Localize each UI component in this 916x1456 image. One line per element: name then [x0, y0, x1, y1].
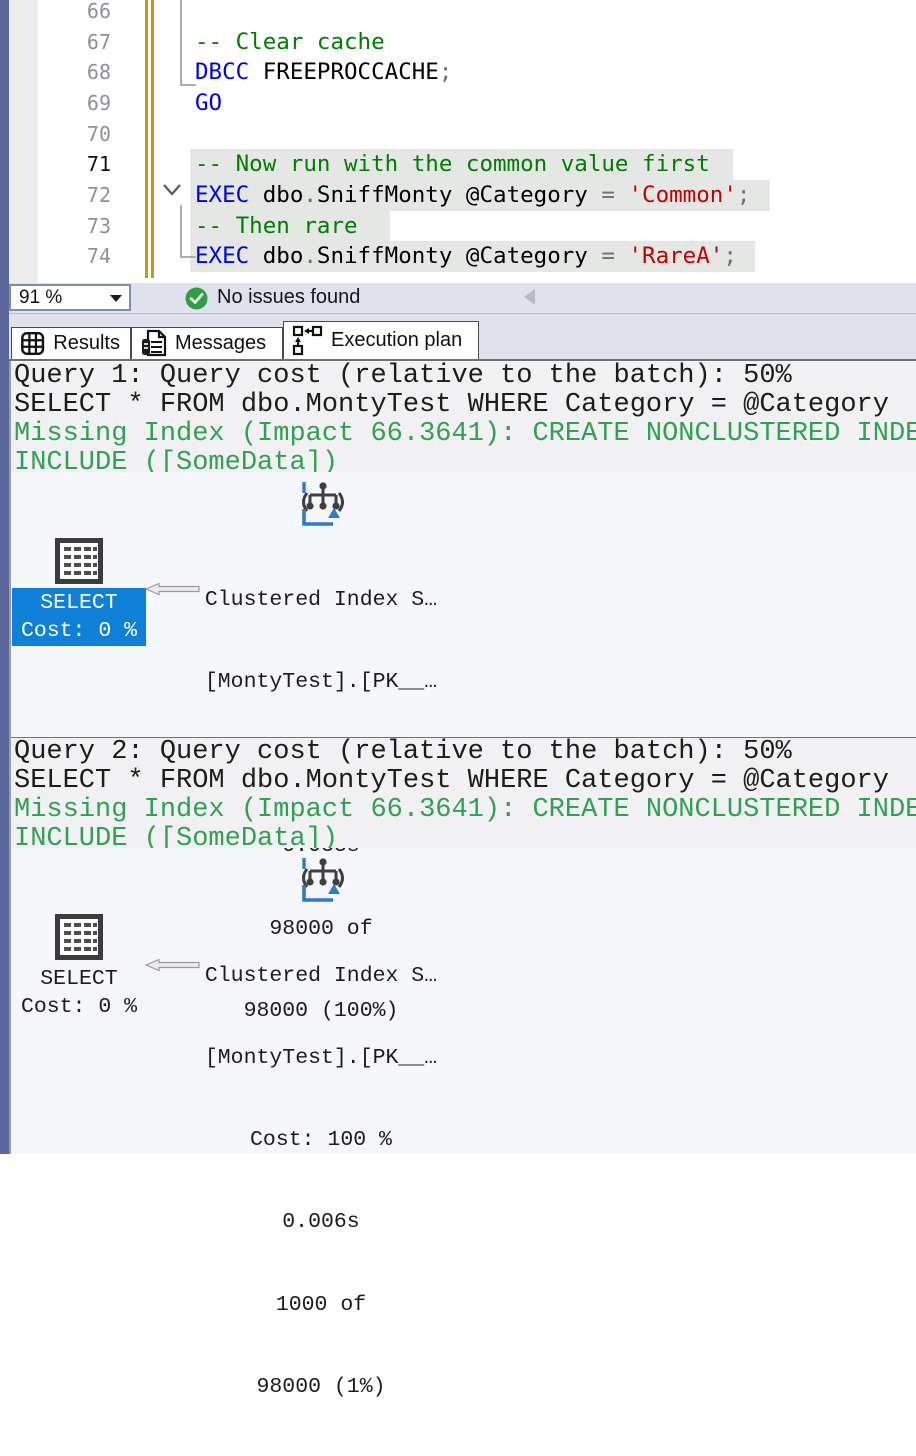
tab-results[interactable]: Results — [11, 327, 131, 359]
query1-cost-line: Query 1: Query cost (relative to the bat… — [11, 362, 916, 391]
tab-messages-label: Messages — [175, 332, 266, 355]
tab-results-label: Results — [53, 332, 120, 355]
code-text[interactable]: EXEC dbo.SniffMonty @Category = 'Common'… — [190, 180, 770, 211]
token-op: ; — [737, 182, 751, 208]
query2-missing-index-include[interactable]: INCLUDE ([SomeData]) — [11, 825, 916, 848]
select-node[interactable]: SELECT Cost: 0 % — [12, 588, 146, 646]
check-circle-icon — [185, 287, 208, 310]
select-node[interactable]: SELECT Cost: 0 % — [12, 964, 146, 1022]
token-op: ; — [723, 243, 737, 269]
token-plain: SniffMonty @Category — [317, 182, 601, 208]
result-grid-icon[interactable] — [55, 914, 103, 960]
token-kw: DBCC — [195, 59, 249, 85]
token-comment: -- Clear cache — [195, 29, 385, 55]
chevron-down-icon[interactable] — [110, 295, 122, 302]
token-kw: EXEC — [195, 182, 249, 208]
token-str: 'Common' — [629, 182, 737, 208]
status-message: No issues found — [217, 286, 360, 309]
line-number: 74 — [39, 241, 111, 272]
line-number: 73 — [39, 211, 111, 242]
token-kw: EXEC — [195, 243, 249, 269]
code-text[interactable]: EXEC dbo.SniffMonty @Category = 'RareA'; — [190, 241, 755, 272]
token-op: = — [601, 243, 628, 269]
line-number: 67 — [39, 27, 111, 58]
scan-node-name: Clustered Index S… — [156, 587, 486, 614]
window-edge-strip — [0, 0, 9, 1154]
query1-statement-header: Query 1: Query cost (relative to the bat… — [11, 362, 916, 472]
query2-statement-line: SELECT * FROM dbo.MontyTest WHERE Catego… — [11, 767, 916, 796]
select-node-cost: Cost: 0 % — [12, 994, 146, 1022]
result-grid-icon[interactable] — [55, 538, 103, 584]
query1-statement-line: SELECT * FROM dbo.MontyTest WHERE Catego… — [11, 391, 916, 420]
line-number: 66 — [39, 0, 111, 27]
code-text[interactable]: -- Now run with the common value first — [190, 149, 733, 180]
tab-messages[interactable]: Messages — [131, 327, 283, 359]
zoom-level-dropdown[interactable]: 91 % — [9, 284, 131, 311]
scan-node-object: [MontyTest].[PK__… — [156, 669, 486, 696]
plan-toolbar: 91 % No issues found — [9, 283, 916, 314]
query2-plan-canvas[interactable]: SELECT Cost: 0 % Clustered Index S… [Mon… — [11, 848, 916, 1154]
scan-node-time: 0.006s — [156, 1209, 486, 1236]
clustered-index-scan-icon[interactable] — [297, 480, 349, 530]
query1-missing-index-include[interactable]: INCLUDE ([SomeData]) — [11, 449, 916, 472]
line-number: 68 — [39, 57, 111, 88]
execution-plan-icon — [292, 325, 323, 356]
line-number: 69 — [39, 88, 111, 119]
scope-guide-foot — [180, 256, 196, 258]
token-op: = — [601, 182, 628, 208]
execution-plan-pane: Query 1: Query cost (relative to the bat… — [9, 361, 916, 1154]
line-number: 70 — [39, 119, 111, 150]
code-text[interactable]: DBCC FREEPROCCACHE; — [190, 57, 452, 88]
code-text[interactable] — [190, 0, 195, 27]
token-op: . — [303, 182, 317, 208]
query2-statement-header: Query 2: Query cost (relative to the bat… — [11, 737, 916, 848]
code-text[interactable]: -- Clear cache — [190, 27, 385, 58]
scroll-left-arrow-icon[interactable] — [524, 289, 535, 305]
token-plain: FREEPROCCACHE — [249, 59, 439, 85]
code-text[interactable]: -- Then rare — [190, 211, 390, 242]
scan-node-rows: 1000 of — [156, 1292, 486, 1319]
scan-node-cost: Cost: 100 % — [156, 1127, 486, 1154]
token-plain: dbo — [249, 243, 303, 269]
token-kw: GO — [195, 90, 222, 116]
clustered-index-scan-icon[interactable] — [297, 856, 349, 906]
query1-missing-index-line[interactable]: Missing Index (Impact 66.3641): CREATE N… — [11, 420, 916, 449]
select-node-name: SELECT — [12, 590, 146, 618]
token-plain: dbo — [249, 182, 303, 208]
query2-cost-line: Query 2: Query cost (relative to the bat… — [11, 738, 916, 767]
line-number: 71 — [39, 149, 111, 180]
tab-execution-plan-label: Execution plan — [331, 329, 462, 352]
scan-node-object: [MontyTest].[PK__… — [156, 1045, 486, 1072]
scope-guide-foot — [180, 84, 196, 86]
scan-node-rows-pct: 98000 (1%) — [156, 1374, 486, 1401]
line-number: 72 — [39, 180, 111, 211]
results-grid-icon — [20, 330, 45, 357]
select-node-cost: Cost: 0 % — [12, 618, 146, 646]
scope-guide-line — [180, 0, 182, 86]
scan-node-name: Clustered Index S… — [156, 963, 486, 990]
query2-missing-index-line[interactable]: Missing Index (Impact 66.3641): CREATE N… — [11, 796, 916, 825]
results-tab-strip: Results Messages Execution plan — [9, 314, 916, 361]
query1-plan-canvas[interactable]: SELECT Cost: 0 % Clustered Index S… [Mon… — [11, 472, 916, 737]
scan-node[interactable]: Clustered Index S… [MontyTest].[PK__… Co… — [156, 908, 486, 1456]
messages-icon — [140, 329, 167, 358]
select-node-name: SELECT — [12, 966, 146, 994]
token-str: 'RareA' — [629, 243, 724, 269]
token-op: ; — [439, 59, 453, 85]
scope-guide-line — [180, 205, 182, 258]
token-op: . — [303, 243, 317, 269]
fold-chevron-icon[interactable] — [161, 182, 183, 198]
code-text[interactable] — [190, 119, 195, 150]
tab-execution-plan[interactable]: Execution plan — [283, 321, 479, 359]
token-comment: -- Now run with the common value first — [195, 151, 710, 177]
token-plain: SniffMonty @Category — [317, 243, 601, 269]
sql-code-editor[interactable]: 6667 -- Clear cache 68 DBCC FREEPROCCACHE; 6… — [9, 0, 916, 283]
change-tracking-bar — [145, 0, 154, 278]
code-text[interactable]: GO — [190, 88, 222, 119]
zoom-level-value: 91 % — [19, 287, 62, 309]
token-comment: -- Then rare — [195, 213, 358, 239]
